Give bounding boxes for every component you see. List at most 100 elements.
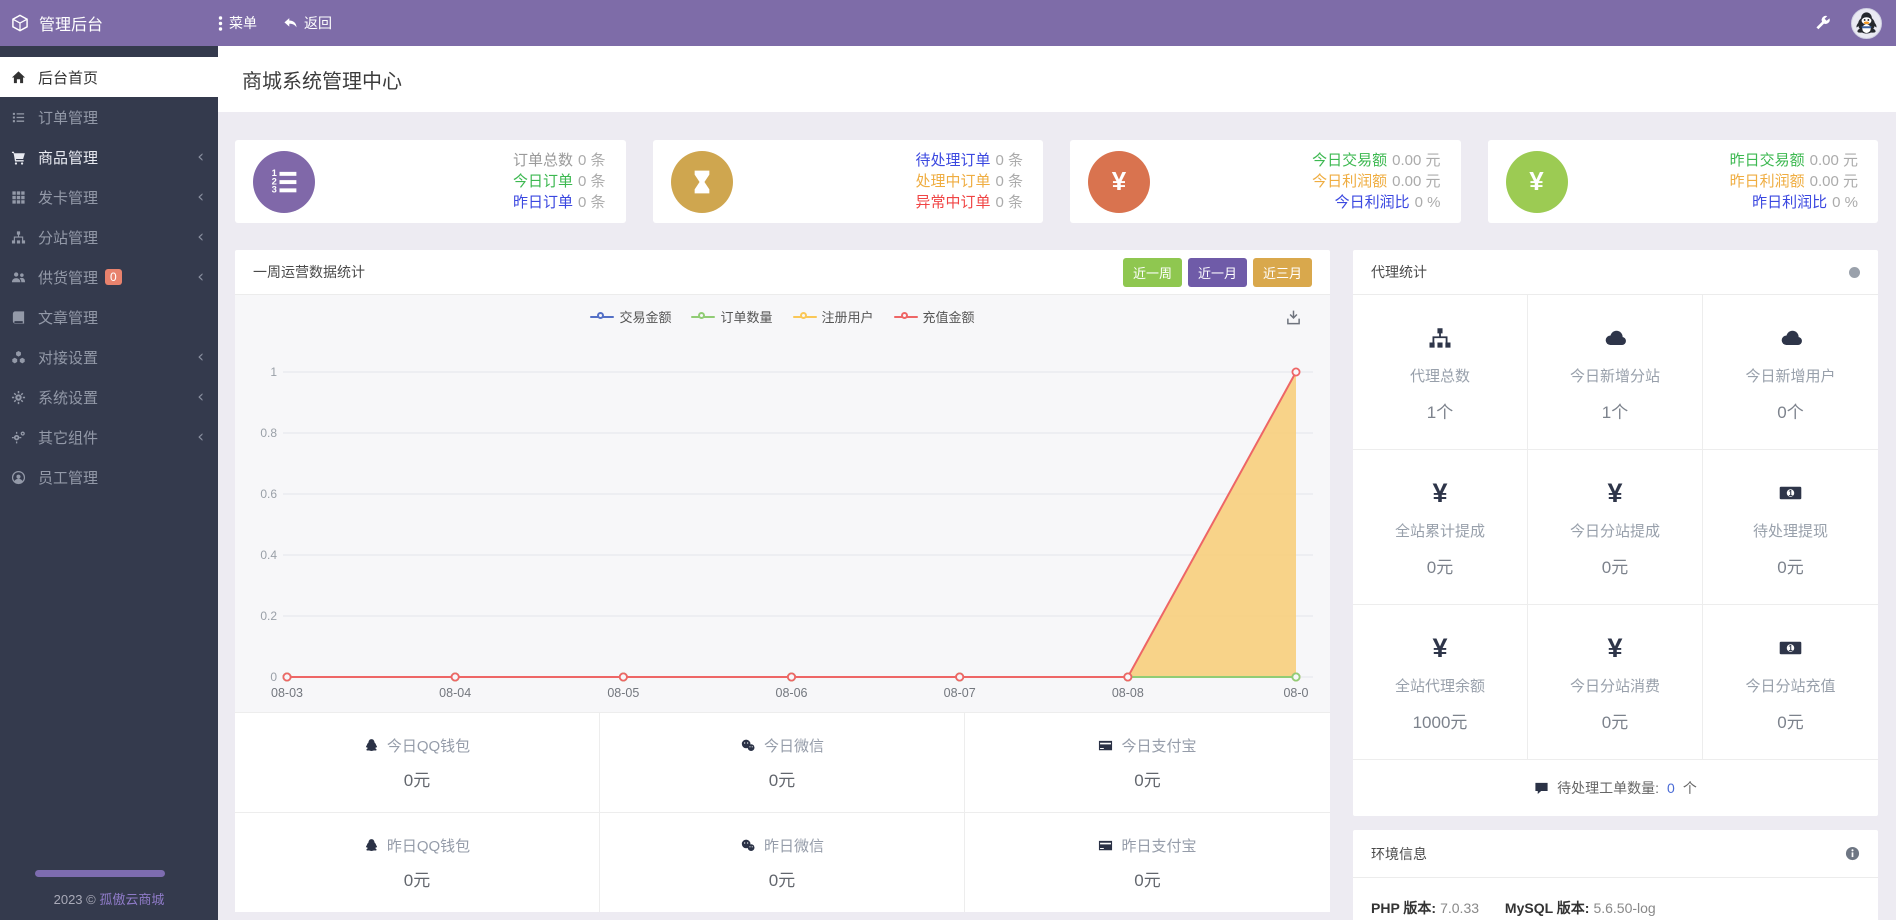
sidebar-scrollbar[interactable] [35, 870, 165, 877]
agent-label: 待处理提现 [1752, 523, 1828, 540]
agent-label: 今日分站充值 [1745, 678, 1836, 695]
sidebar-item-system[interactable]: 系统设置 ‹ [0, 377, 218, 417]
legend-label: 交易金额 [619, 310, 672, 325]
agent-value: 1个 [1426, 403, 1454, 422]
svg-text:08-03: 08-03 [271, 686, 303, 700]
gray-dot-icon [1849, 266, 1860, 278]
legend-marker-icon [792, 311, 817, 321]
sidebar-item-products[interactable]: 商品管理 ‹ [0, 137, 218, 177]
env-info: PHP 版本: 7.0.33 MySQL 版本: 5.6.50-log [1353, 878, 1878, 920]
range-month-button[interactable]: 近一月 [1187, 257, 1247, 287]
sidebar-item-label: 其它组件 [38, 429, 99, 447]
panel-title: 一周运营数据统计 [253, 264, 365, 280]
chart-legend: 交易金额 订单数量 注册用户 充值金额 [235, 307, 1330, 326]
agent-cell-new-substations: 今日新增分站 1个 [1528, 295, 1703, 450]
sidebar-item-orders[interactable]: 订单管理 [0, 97, 218, 137]
yen-icon: ¥ [1088, 150, 1150, 213]
svg-text:08-0: 08-0 [1283, 686, 1308, 700]
pay-label: 今日支付宝 [1121, 738, 1197, 755]
yen-icon: ¥ [1505, 150, 1568, 213]
sidebar-item-integrations[interactable]: 对接设置 ‹ [0, 337, 218, 377]
svg-text:08-04: 08-04 [439, 686, 471, 700]
panel-title: 环境信息 [1371, 845, 1427, 862]
sidebar-item-label: 商品管理 [38, 149, 99, 167]
stat-label: 待处理订单 [915, 152, 991, 169]
range-week-button[interactable]: 近一周 [1122, 257, 1182, 287]
footer-unit: 个 [1682, 780, 1697, 796]
agent-value: 1个 [1601, 403, 1629, 422]
copyright-text: 2023 © [53, 892, 96, 907]
cloud-icon [1703, 323, 1878, 353]
stat-value: 0 % [1414, 194, 1441, 211]
users-icon [10, 269, 26, 285]
yen-icon: ¥ [1607, 478, 1623, 508]
legend-label: 注册用户 [821, 310, 874, 325]
stat-value: 0 条 [995, 173, 1023, 190]
pay-cell-yesterday-qq: 昨日QQ钱包 0元 [235, 812, 600, 912]
pending-stat-card: 待处理订单 0 条 处理中订单 0 条 异常中订单 0 条 [652, 140, 1043, 223]
gears-icon [10, 429, 26, 445]
svg-text:0.2: 0.2 [260, 609, 277, 623]
stat-value: 0 条 [995, 194, 1023, 211]
stat-value: 0.00 元 [1392, 152, 1441, 169]
sidebar-item-label: 分站管理 [38, 229, 99, 247]
wechat-icon [740, 738, 756, 753]
cubes-icon [10, 349, 26, 365]
pay-cell-today-alipay: 今日支付宝 0元 [965, 712, 1330, 812]
legend-item[interactable]: 订单数量 [691, 307, 773, 326]
svg-text:1: 1 [1788, 644, 1793, 653]
legend-marker-icon [590, 311, 615, 321]
legend-marker-icon [691, 311, 716, 321]
sidebar-item-label: 后台首页 [38, 69, 99, 87]
sidebar-item-suppliers[interactable]: 供货管理 0 ‹ [0, 257, 218, 297]
stat-value: 0 % [1832, 194, 1858, 211]
range-quarter-button[interactable]: 近三月 [1252, 257, 1312, 287]
sidebar-item-home[interactable]: 后台首页 [0, 57, 218, 97]
legend-item[interactable]: 注册用户 [792, 307, 874, 326]
svg-text:0.6: 0.6 [260, 487, 277, 501]
agent-stats-panel: 代理统计 代理总数 1个 今日新增分站 1个 今日新增用户 0个 ¥ 全站累计提… [1353, 250, 1878, 816]
chevron-left-icon: ‹ [197, 226, 204, 247]
legend-item[interactable]: 交易金额 [590, 307, 671, 326]
sidebar-item-cards[interactable]: 发卡管理 ‹ [0, 177, 218, 217]
chevron-left-icon: ‹ [197, 426, 204, 447]
back-button[interactable]: 返回 [283, 13, 332, 33]
download-icon[interactable] [1285, 309, 1302, 326]
sidebar-item-articles[interactable]: 文章管理 [0, 297, 218, 337]
stat-label: 处理中订单 [915, 173, 991, 190]
menu-label: 菜单 [229, 15, 257, 31]
sidebar-item-substations[interactable]: 分站管理 ‹ [0, 217, 218, 257]
stat-value: 0 条 [995, 152, 1023, 169]
legend-item[interactable]: 充值金额 [893, 307, 975, 326]
brand-link[interactable]: 孤傲云商城 [99, 892, 164, 907]
stat-label: 今日利润比 [1334, 194, 1410, 211]
user-avatar[interactable] [1851, 7, 1882, 39]
pay-cell-yesterday-wechat: 昨日微信 0元 [600, 812, 965, 912]
money-bill-icon: 1 [1703, 478, 1878, 508]
pay-label: 今日QQ钱包 [386, 738, 471, 755]
menu-button[interactable]: 菜单 [218, 13, 257, 33]
agent-label: 全站累计提成 [1394, 523, 1485, 540]
supplier-badge: 0 [105, 269, 122, 285]
cube-logo-icon [11, 14, 29, 32]
credit-card-icon [1098, 838, 1113, 853]
agent-grid: 代理总数 1个 今日新增分站 1个 今日新增用户 0个 ¥ 全站累计提成 0元 … [1353, 295, 1878, 760]
svg-text:08-05: 08-05 [607, 686, 639, 700]
brand: 管理后台 [0, 11, 218, 35]
sidebar-item-label: 员工管理 [38, 469, 99, 487]
stat-value: 0.00 元 [1392, 173, 1441, 190]
agent-cell-today-commission: ¥ 今日分站提成 0元 [1528, 450, 1703, 605]
agent-value: 1000元 [1412, 713, 1468, 732]
mysql-version-label: MySQL 版本: [1504, 900, 1590, 916]
sidebar-item-staff[interactable]: 员工管理 [0, 457, 218, 497]
sidebar-item-components[interactable]: 其它组件 ‹ [0, 417, 218, 457]
wrench-icon[interactable] [1814, 15, 1831, 32]
sidebar-item-label: 发卡管理 [38, 189, 99, 207]
agent-value: 0元 [1426, 558, 1454, 577]
brand-title: 管理后台 [39, 17, 104, 34]
stat-value: 0.00 元 [1809, 173, 1858, 190]
pay-value: 0元 [403, 871, 431, 890]
pay-cell-today-qq: 今日QQ钱包 0元 [235, 712, 600, 812]
agent-cell-substation-spend: ¥ 今日分站消费 0元 [1528, 605, 1703, 760]
stat-label: 昨日利润比 [1752, 194, 1828, 211]
